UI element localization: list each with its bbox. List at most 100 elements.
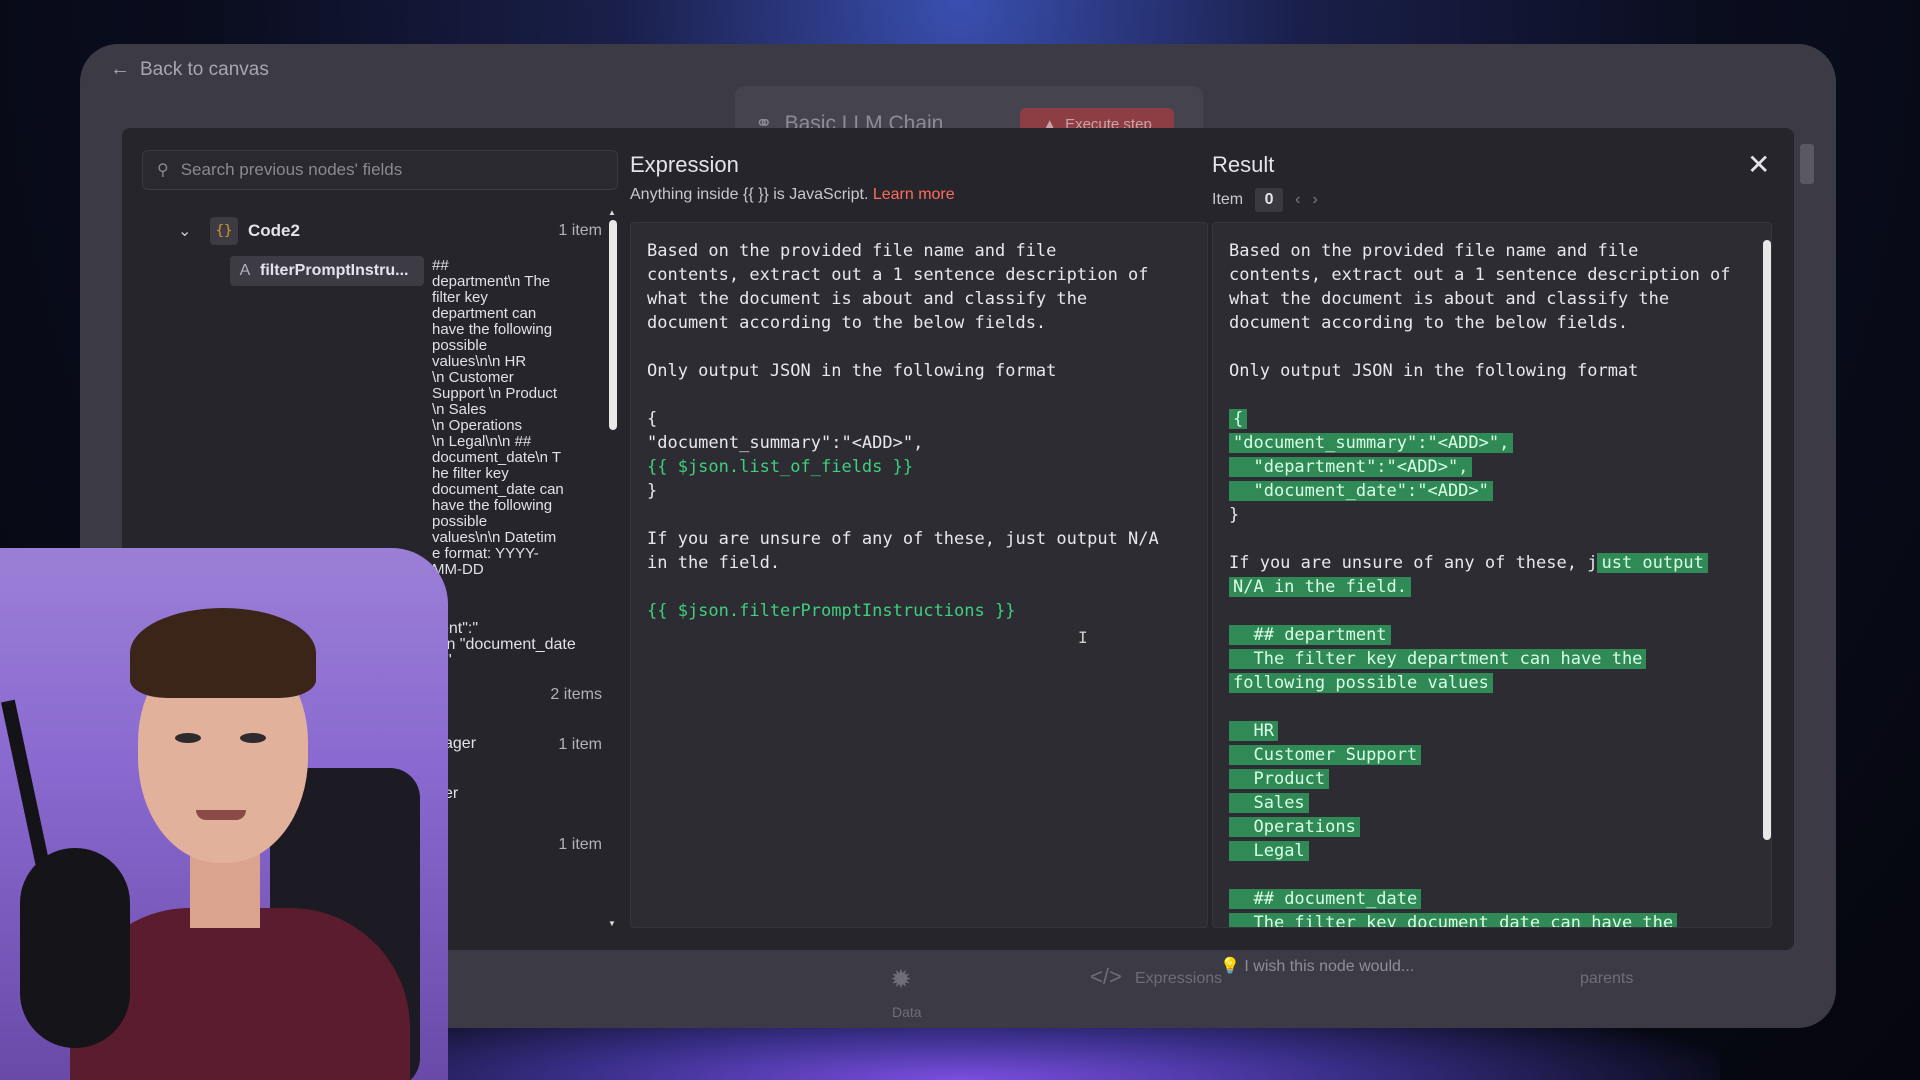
- field-pill[interactable]: A filterPromptInstru...: [230, 256, 424, 286]
- result-line: If you are unsure of any of these, j ust …: [1229, 551, 1741, 575]
- item-label: Item: [1212, 191, 1244, 208]
- search-icon: ⚲: [157, 162, 169, 179]
- result-line: }: [1229, 503, 1741, 527]
- editor-line: in the field.: [647, 553, 781, 573]
- tree-node-code2[interactable]: ⌄ {} Code2 1 item: [142, 216, 602, 246]
- resolved-text: "document_summary":"<ADD>",: [1229, 433, 1514, 453]
- expression-subtitle: Anything inside {{ }} is JavaScript. Lea…: [630, 186, 955, 204]
- result-line: [1229, 599, 1741, 623]
- back-to-canvas-link[interactable]: ← Back to canvas: [110, 58, 269, 81]
- editor-line: Only output JSON in the following format: [647, 361, 1057, 381]
- field-name: filterPromptInstru...: [260, 262, 409, 279]
- resolved-text: {: [1229, 409, 1248, 429]
- result-line: [1229, 335, 1741, 359]
- editor-line: "document_summary":"<ADD>",: [647, 433, 924, 453]
- search-field-box[interactable]: ⚲: [142, 150, 618, 190]
- result-line: document according to the below fields.: [1229, 311, 1741, 335]
- result-text: If you are unsure of any of these, j: [1229, 553, 1598, 573]
- tree-scrollbar[interactable]: ▲ ▼: [608, 208, 618, 928]
- result-line: following possible values: [1229, 671, 1741, 695]
- webcam-overlay: [0, 548, 448, 1080]
- chevron-left-icon[interactable]: ‹: [1295, 191, 1300, 209]
- resolved-text: "department":"<ADD>",: [1229, 457, 1473, 477]
- item-count: 1 item: [558, 836, 602, 853]
- subtitle-text: is JavaScript.: [768, 186, 873, 203]
- result-line: N/A in the field.: [1229, 575, 1741, 599]
- result-line: Only output JSON in the following format: [1229, 359, 1741, 383]
- scroll-thumb[interactable]: [1763, 240, 1771, 840]
- result-text: Based on the provided file name and file: [1229, 241, 1639, 261]
- result-line: Legal: [1229, 839, 1741, 863]
- search-input[interactable]: [180, 160, 581, 180]
- expression-editor[interactable]: Based on the provided file name and file…: [630, 222, 1208, 928]
- result-line: "document_summary":"<ADD>",: [1229, 431, 1741, 455]
- result-line: what the document is about and classify …: [1229, 287, 1741, 311]
- result-line: ## department: [1229, 623, 1741, 647]
- result-line: [1229, 695, 1741, 719]
- editor-line: Based on the provided file name and file: [647, 241, 1057, 261]
- resolved-text: Product: [1229, 769, 1330, 789]
- arrow-left-icon: ←: [110, 58, 130, 80]
- field-value: ## department\n The filter key departmen…: [432, 257, 564, 578]
- code-braces-icon: {}: [210, 217, 238, 245]
- expression-line: {{ $json.list_of_fields }}: [647, 457, 914, 477]
- result-line: HR: [1229, 719, 1741, 743]
- feedback-link[interactable]: 💡 I wish this node would...: [1220, 956, 1414, 976]
- openai-icon[interactable]: ✹: [890, 964, 912, 995]
- result-text: document according to the below fields.: [1229, 313, 1629, 333]
- code-icon[interactable]: </>: [1090, 964, 1122, 990]
- result-line: "document_date":"<ADD>": [1229, 479, 1741, 503]
- result-scrollbar[interactable]: [1762, 228, 1772, 928]
- field-fragment: \n "document_date: [442, 636, 576, 653]
- resolved-text: Sales: [1229, 793, 1309, 813]
- result-line: {: [1229, 407, 1741, 431]
- wish-text: I wish this node would...: [1244, 958, 1415, 975]
- chevron-right-icon[interactable]: ›: [1312, 191, 1317, 209]
- result-line: ## document_date: [1229, 887, 1741, 911]
- webcam-person-eye: [240, 733, 266, 743]
- text-cursor-icon: I: [1078, 628, 1088, 647]
- string-type-icon: A: [239, 262, 251, 279]
- scroll-up-arrow[interactable]: ▲: [608, 208, 616, 217]
- close-icon[interactable]: ✕: [1747, 148, 1770, 181]
- resolved-text: ## department: [1229, 625, 1391, 645]
- result-text: contents, extract out a 1 sentence descr…: [1229, 265, 1731, 285]
- resolved-text: Legal: [1229, 841, 1309, 861]
- result-line: Sales: [1229, 791, 1741, 815]
- subtitle-braces: {{ }}: [742, 186, 769, 203]
- webcam-person-mouth: [196, 810, 246, 820]
- result-line: Operations: [1229, 815, 1741, 839]
- back-label: Back to canvas: [140, 58, 269, 80]
- editor-line: what the document is about and classify …: [647, 289, 1088, 309]
- resolved-text: Customer Support: [1229, 745, 1422, 765]
- result-line: [1229, 527, 1741, 551]
- data-label: Data: [892, 1004, 922, 1020]
- item-navigator: Item 0 ‹ ›: [1212, 188, 1318, 212]
- result-line: Customer Support: [1229, 743, 1741, 767]
- expressions-label: Expressions: [1135, 970, 1223, 987]
- result-preview: Based on the provided file name and file…: [1212, 222, 1772, 928]
- result-text: what the document is about and classify …: [1229, 289, 1670, 309]
- resolved-text: Operations: [1229, 817, 1360, 837]
- node-name-fragment: ager: [444, 735, 477, 752]
- resolved-text: ## document_date: [1229, 889, 1422, 909]
- pin-tab[interactable]: [1800, 144, 1814, 184]
- subtitle-text: Anything inside: [630, 186, 743, 203]
- resolved-text: HR: [1229, 721, 1278, 741]
- item-index-input[interactable]: 0: [1255, 188, 1284, 212]
- scroll-down-arrow[interactable]: ▼: [608, 919, 616, 928]
- resolved-text: following possible values: [1229, 673, 1493, 693]
- webcam-person-eye: [175, 733, 201, 743]
- chevron-down-icon[interactable]: ⌄: [178, 221, 191, 241]
- resolved-text: ust output: [1597, 553, 1708, 573]
- editor-line: contents, extract out a 1 sentence descr…: [647, 265, 1149, 285]
- result-line: contents, extract out a 1 sentence descr…: [1229, 263, 1741, 287]
- editor-line: {: [647, 409, 658, 429]
- result-line: Based on the provided file name and file: [1229, 239, 1741, 263]
- scroll-thumb[interactable]: [609, 220, 617, 430]
- learn-more-link[interactable]: Learn more: [873, 186, 955, 203]
